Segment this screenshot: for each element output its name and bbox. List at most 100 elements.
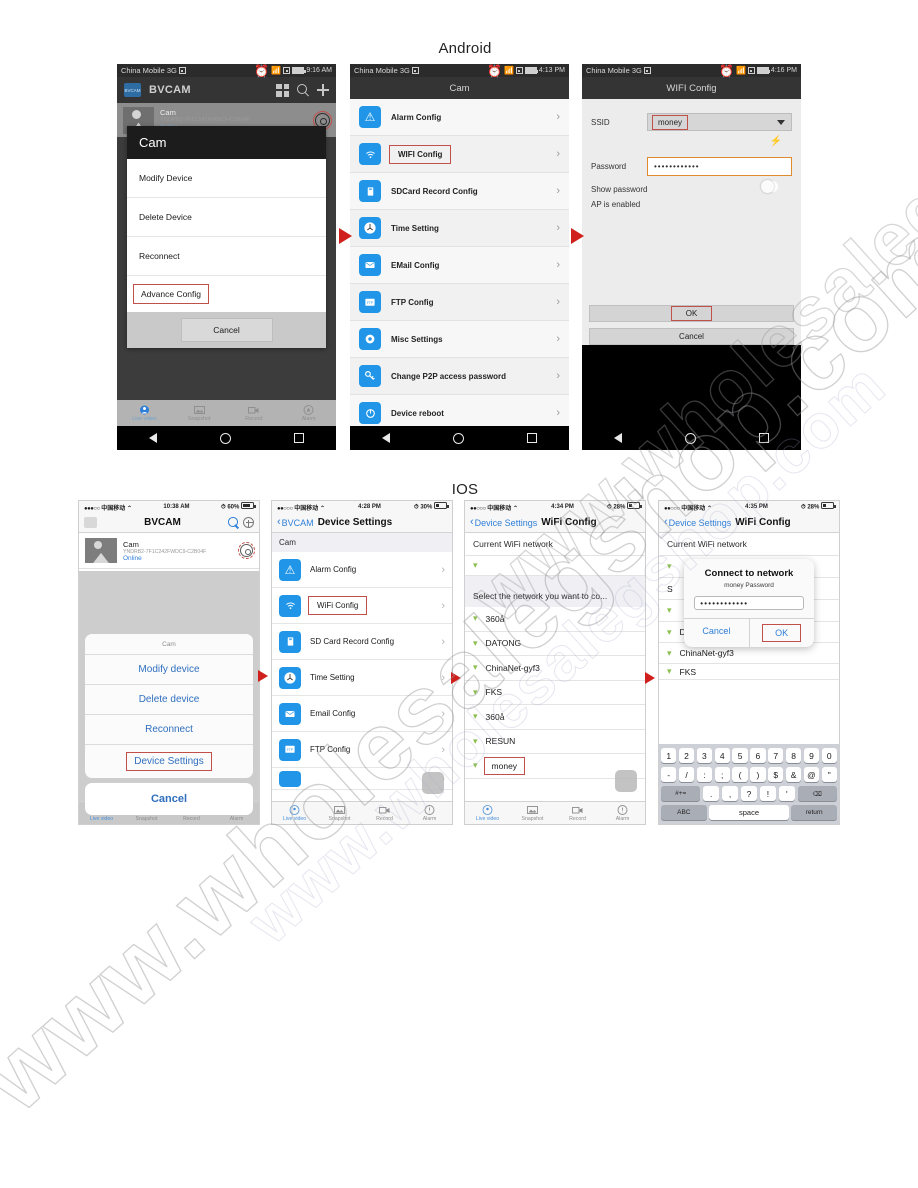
key-quote[interactable]: " [821,767,837,782]
list-item-alarm-config[interactable]: ⚠ Alarm Config › [272,552,452,588]
dialog-item-modify-device[interactable]: Modify Device [127,159,326,198]
key-2[interactable]: 2 [678,748,695,763]
list-item-wifi-config[interactable]: WiFi Config › [272,588,452,624]
key-paren-close[interactable]: ) [750,767,766,782]
tab-alarm[interactable]: Alarm [281,404,336,423]
recents-icon[interactable] [294,433,305,443]
tab-live-video[interactable]: Live video [117,404,172,423]
ap-enabled-row[interactable]: AP is enabled [591,200,792,209]
list-item-sd-card-record-config[interactable]: SD Card Record Config › [272,624,452,660]
key-comma[interactable]: , [721,786,739,801]
plus-circle-icon[interactable] [243,517,254,528]
show-password-toggle[interactable] [761,180,778,193]
key-paren-open[interactable]: ( [732,767,748,782]
ok-button[interactable]: OK [589,305,794,322]
key-4[interactable]: 4 [714,748,730,763]
key-period[interactable]: . [702,786,720,801]
key-slash[interactable]: / [678,767,695,782]
key-semicolon[interactable]: ; [714,767,730,782]
key-exclamation[interactable]: ! [759,786,777,801]
key-0[interactable]: 0 [821,748,837,763]
tab-live-video[interactable]: Live video [272,804,317,823]
dialog-item-reconnect[interactable]: Reconnect [127,237,326,276]
list-item-sdcard-record-config[interactable]: SDCard Record Config › [350,173,569,210]
password-input[interactable]: •••••••••••• [694,596,804,610]
list-item-change-p2p-password[interactable]: Change P2P access password › [350,358,569,395]
tab-snapshot[interactable]: Snapshot [510,804,555,823]
key-apostrophe[interactable]: ' [778,786,796,801]
key-ampersand[interactable]: & [785,767,802,782]
password-input[interactable]: •••••••••••• [647,157,792,176]
key-hyphen[interactable]: - [661,767,677,782]
cancel-button[interactable]: Cancel [589,328,794,345]
sheet-item-modify-device[interactable]: Modify device [85,655,253,685]
recents-icon[interactable] [527,433,538,443]
tab-snapshot[interactable]: Snapshot [172,404,227,423]
list-item-alarm-config[interactable]: ⚠ Alarm Config › [350,99,569,136]
key-3[interactable]: 3 [696,748,713,763]
grid-icon[interactable] [84,517,97,528]
tab-record[interactable]: Record [362,804,407,823]
list-item-ftp-config[interactable]: FTP FTP Config › [350,284,569,321]
device-row[interactable]: Cam YNDRB2-7F1C242FWDC9-C2B04F Online [79,533,259,569]
key-8[interactable]: 8 [785,748,802,763]
tab-snapshot[interactable]: Snapshot [317,804,362,823]
show-password-row[interactable]: Show password [591,180,792,194]
dialog-item-delete-device[interactable]: Delete Device [127,198,326,237]
network-row[interactable]: ▾ FKS [659,664,839,680]
key-5[interactable]: 5 [732,748,748,763]
key-at[interactable]: @ [803,767,820,782]
list-item-misc-settings[interactable]: Misc Settings › [350,321,569,358]
network-row[interactable]: ▾ DATONG [465,631,645,656]
home-icon[interactable] [219,432,231,444]
cancel-button[interactable]: Cancel [85,783,253,815]
network-row[interactable]: ▾ RESUN [465,729,645,754]
network-row[interactable]: ▾ 360å [465,705,645,730]
network-row[interactable]: ▾ 360å [465,607,645,632]
list-item-ftp-config[interactable]: FTP FTP Config › [272,732,452,768]
home-icon[interactable] [684,432,696,444]
key-question[interactable]: ? [740,786,758,801]
key-6[interactable]: 6 [750,748,766,763]
back-button[interactable]: ‹ Device Settings [470,517,537,528]
tab-live-video[interactable]: Live video [465,804,510,823]
key-1[interactable]: 1 [661,748,677,763]
key-dollar[interactable]: $ [768,767,784,782]
key-colon[interactable]: : [696,767,713,782]
list-item-time-setting[interactable]: Time Setting › [350,210,569,247]
current-network-row[interactable]: ▾ [465,556,645,576]
dialog-item-advance-config[interactable]: Advance Config [127,276,326,312]
back-button[interactable]: ‹ BVCAM [277,517,314,528]
key-space[interactable]: space [709,805,789,820]
cancel-button[interactable]: Cancel [684,619,748,647]
key-7[interactable]: 7 [768,748,784,763]
key-symbols-switch[interactable]: #+= [661,786,701,801]
floating-button[interactable] [615,770,637,792]
back-icon[interactable] [148,433,157,443]
tab-alarm[interactable]: Alarm [600,804,645,823]
ok-button[interactable]: OK [748,619,814,647]
sheet-item-reconnect[interactable]: Reconnect [85,715,253,745]
search-icon[interactable] [228,517,239,528]
ssid-dropdown[interactable]: money [647,113,792,131]
floating-button[interactable] [422,772,444,794]
list-item-email-config[interactable]: Email Config › [272,696,452,732]
backspace-icon[interactable]: ⌫ [797,786,837,801]
gear-icon[interactable] [237,541,256,560]
network-row[interactable]: ▾ ChinaNet-gyf3 [465,656,645,681]
list-item-wifi-config[interactable]: WIFI Config › [350,136,569,173]
list-item-time-setting[interactable]: Time Setting › [272,660,452,696]
key-return[interactable]: return [791,805,837,820]
back-button[interactable]: ‹ Device Settings [664,517,731,528]
back-icon[interactable] [613,433,622,443]
tab-record[interactable]: Record [227,404,282,423]
tab-alarm[interactable]: Alarm [407,804,452,823]
refresh-icon[interactable]: ⚡ [770,136,782,147]
sheet-item-delete-device[interactable]: Delete device [85,685,253,715]
sheet-item-device-settings[interactable]: Device Settings [85,745,253,778]
list-item-email-config[interactable]: EMail Config › [350,247,569,284]
recents-icon[interactable] [759,433,770,443]
search-icon[interactable] [297,84,309,96]
cancel-button[interactable]: Cancel [180,318,273,342]
tab-record[interactable]: Record [555,804,600,823]
